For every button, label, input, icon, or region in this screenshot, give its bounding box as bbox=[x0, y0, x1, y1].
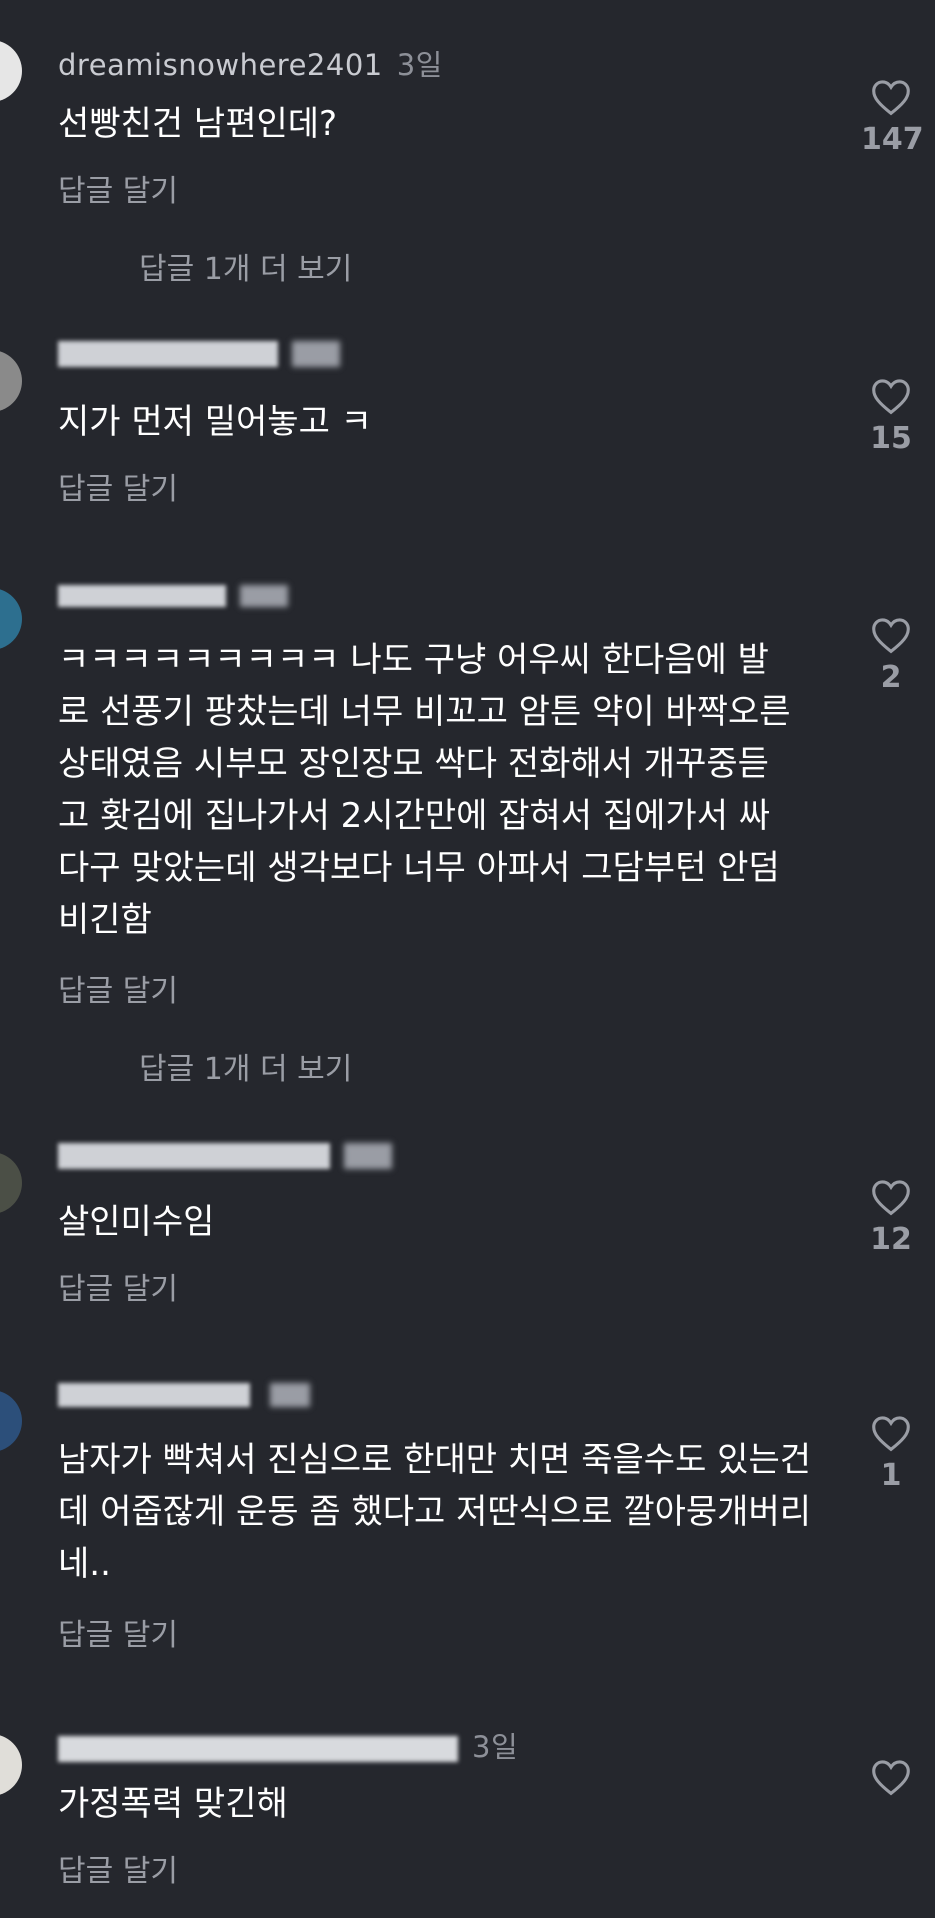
reply-button[interactable]: 답글 달기 bbox=[58, 166, 178, 210]
username-redacted bbox=[58, 341, 278, 367]
like-count: 12 bbox=[870, 1222, 912, 1257]
like-button[interactable]: 12 bbox=[861, 1178, 921, 1257]
like-button[interactable]: 2 bbox=[861, 616, 921, 695]
avatar[interactable] bbox=[0, 1152, 22, 1214]
avatar[interactable] bbox=[0, 1734, 22, 1796]
heart-icon bbox=[872, 1180, 910, 1216]
like-button[interactable]: 1 bbox=[861, 1414, 921, 1493]
reply-button[interactable]: 답글 달기 bbox=[58, 1610, 178, 1654]
like-button[interactable]: 147 bbox=[861, 78, 924, 157]
comment-username[interactable] bbox=[58, 580, 288, 614]
avatar[interactable] bbox=[0, 350, 22, 412]
reply-button[interactable]: 답글 달기 bbox=[58, 464, 178, 508]
comment-timestamp bbox=[270, 1383, 310, 1407]
comment-timestamp bbox=[240, 585, 288, 607]
reply-button[interactable]: 답글 달기 bbox=[58, 1264, 178, 1308]
avatar[interactable] bbox=[0, 1390, 22, 1452]
reply-button[interactable]: 답글 달기 bbox=[58, 966, 178, 1010]
username-redacted bbox=[58, 585, 226, 607]
username-redacted bbox=[58, 1383, 250, 1407]
comment-username[interactable] bbox=[58, 1380, 310, 1414]
like-count: 1 bbox=[880, 1458, 902, 1493]
heart-icon bbox=[872, 80, 910, 116]
heart-icon bbox=[872, 618, 910, 654]
heart-icon bbox=[872, 1416, 910, 1452]
comment-username[interactable] bbox=[58, 1142, 392, 1176]
comment-username[interactable]: dreamisnowhere2401 3일 bbox=[58, 42, 443, 84]
username-redacted bbox=[58, 1736, 458, 1762]
avatar[interactable] bbox=[0, 588, 22, 650]
username-redacted bbox=[58, 1143, 330, 1169]
comment-timestamp: 3일 bbox=[472, 1730, 519, 1764]
comment-text: 지가 먼저 밀어놓고 ㅋ bbox=[58, 402, 372, 442]
like-button[interactable] bbox=[861, 1758, 921, 1802]
heart-icon bbox=[872, 379, 910, 415]
comment-text: ㅋㅋㅋㅋㅋㅋㅋㅋㅋ 나도 구냥 어우씨 한다음에 발로 선풍기 팡찼는데 너무 … bbox=[58, 640, 791, 940]
like-count: 147 bbox=[861, 122, 924, 157]
comment-timestamp bbox=[344, 1143, 392, 1169]
comment-text: 살인미수임 bbox=[58, 1202, 215, 1242]
comment-text: 남자가 빡쳐서 진심으로 한대만 치면 죽을수도 있는건데 어줍잖게 운동 좀 … bbox=[58, 1440, 812, 1584]
view-more-replies-button[interactable]: 답글 1개 더 보기 bbox=[139, 244, 352, 288]
comment-username[interactable]: 3일 bbox=[58, 1724, 518, 1766]
comment-text: 선빵친건 남편인데? bbox=[58, 104, 338, 144]
comment-timestamp: 3일 bbox=[396, 48, 443, 82]
comment-text: 가정폭력 맞긴해 bbox=[58, 1784, 288, 1824]
comment-username[interactable] bbox=[58, 340, 340, 374]
reply-button[interactable]: 답글 달기 bbox=[58, 1846, 178, 1890]
like-button[interactable]: 15 bbox=[861, 377, 921, 456]
view-more-replies-button[interactable]: 답글 1개 더 보기 bbox=[139, 1044, 352, 1088]
like-count: 2 bbox=[880, 660, 902, 695]
avatar[interactable] bbox=[0, 40, 22, 102]
heart-icon bbox=[872, 1760, 910, 1796]
comment-timestamp bbox=[292, 341, 340, 367]
like-count: 15 bbox=[870, 421, 912, 456]
